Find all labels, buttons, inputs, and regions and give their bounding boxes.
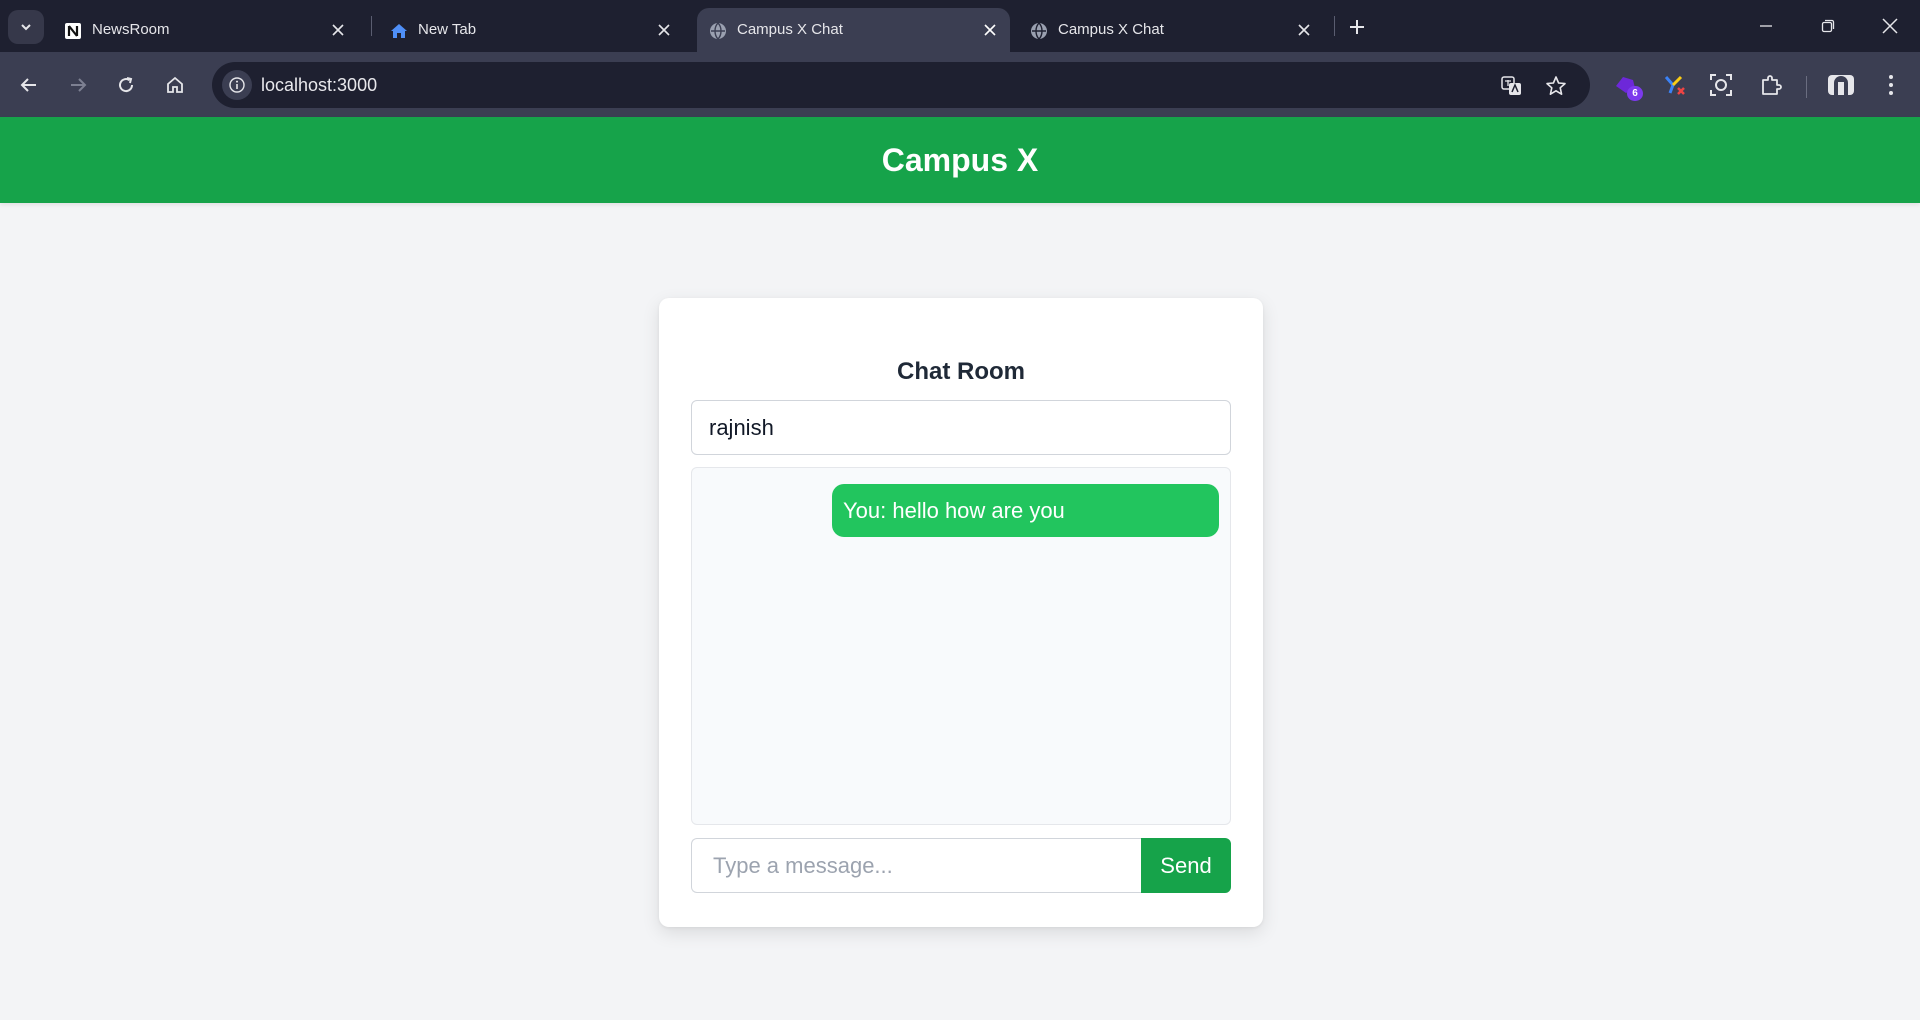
- browser-tab-new-tab[interactable]: New Tab: [378, 8, 684, 52]
- tab-search-button[interactable]: [8, 10, 44, 44]
- chevron-down-icon: [21, 24, 31, 31]
- profile-icon: [1828, 75, 1854, 95]
- reload-button[interactable]: [109, 68, 143, 102]
- close-icon[interactable]: [328, 20, 348, 40]
- tab-separator: [371, 16, 372, 36]
- app-header: Campus X: [0, 117, 1920, 203]
- globe-icon: [710, 22, 726, 40]
- compose-bar: Send: [691, 838, 1231, 893]
- toolbar-separator: [1806, 76, 1807, 98]
- profile-button[interactable]: [1826, 70, 1856, 100]
- reload-icon: [119, 77, 134, 93]
- close-window-button[interactable]: [1870, 10, 1910, 42]
- chat-room-title: Chat Room: [897, 358, 1025, 385]
- browser-toolbar: localhost:3000 6: [0, 52, 1920, 117]
- browser-tab-newsroom[interactable]: NewsRoom: [52, 8, 358, 52]
- extension-button[interactable]: [1706, 70, 1736, 100]
- address-bar[interactable]: localhost:3000: [212, 62, 1590, 108]
- send-button[interactable]: Send: [1141, 838, 1231, 893]
- extension-badge: 6: [1627, 86, 1643, 101]
- restore-icon: [1821, 19, 1835, 33]
- message-bubble-own: You: hello how are you: [832, 484, 1219, 537]
- extension-button[interactable]: 6: [1611, 70, 1643, 101]
- close-icon[interactable]: [980, 20, 1000, 40]
- translate-button[interactable]: [1498, 72, 1526, 100]
- site-info-button[interactable]: [222, 70, 252, 100]
- extension-button[interactable]: [1660, 70, 1690, 100]
- kebab-menu-icon: [1889, 75, 1893, 95]
- browser-tab-campus-x-chat-active[interactable]: Campus X Chat: [697, 8, 1010, 52]
- info-icon: [229, 77, 245, 93]
- extensions-menu-button[interactable]: [1756, 70, 1786, 100]
- bookmark-button[interactable]: [1542, 72, 1570, 100]
- tab-title: Campus X Chat: [737, 21, 843, 38]
- screenshot-icon: [1710, 74, 1732, 96]
- minimize-icon: [1760, 25, 1772, 27]
- plus-icon: [1350, 20, 1364, 34]
- message-list[interactable]: You: hello how are you: [691, 467, 1231, 825]
- restore-button[interactable]: [1808, 10, 1848, 42]
- app-title: Campus X: [881, 141, 1039, 178]
- extension-colorful-icon: [1664, 75, 1685, 95]
- username-input[interactable]: [691, 400, 1231, 455]
- browser-tab-campus-x-chat[interactable]: Campus X Chat: [1018, 8, 1324, 52]
- tab-separator: [1334, 16, 1335, 36]
- home-button[interactable]: [158, 68, 192, 102]
- tab-title: New Tab: [418, 21, 477, 38]
- url-text[interactable]: localhost:3000: [261, 75, 377, 96]
- puzzle-icon: [1762, 75, 1782, 95]
- close-icon[interactable]: [654, 20, 674, 40]
- home-icon: [391, 24, 407, 38]
- tab-title: NewsRoom: [92, 21, 170, 38]
- minimize-button[interactable]: [1746, 10, 1786, 42]
- browser-menu-button[interactable]: [1876, 70, 1906, 100]
- chat-card: Chat Room You: hello how are you Send: [659, 298, 1263, 927]
- back-button[interactable]: [12, 68, 46, 102]
- message-input[interactable]: [691, 838, 1141, 893]
- close-icon: [1882, 18, 1898, 34]
- tab-title: Campus X Chat: [1058, 21, 1164, 38]
- star-icon: [1546, 76, 1566, 95]
- forward-button[interactable]: [61, 68, 95, 102]
- browser-tab-strip: NewsRoom New Tab Campus X Chat Campus X …: [0, 0, 1920, 52]
- globe-icon: [1031, 22, 1047, 40]
- home-icon: [167, 76, 183, 93]
- close-icon[interactable]: [1294, 20, 1314, 40]
- translate-icon: [1501, 76, 1521, 95]
- new-tab-button[interactable]: [1344, 14, 1370, 40]
- arrow-right-icon: [71, 78, 87, 92]
- arrow-left-icon: [20, 78, 36, 92]
- notion-icon: [65, 23, 81, 39]
